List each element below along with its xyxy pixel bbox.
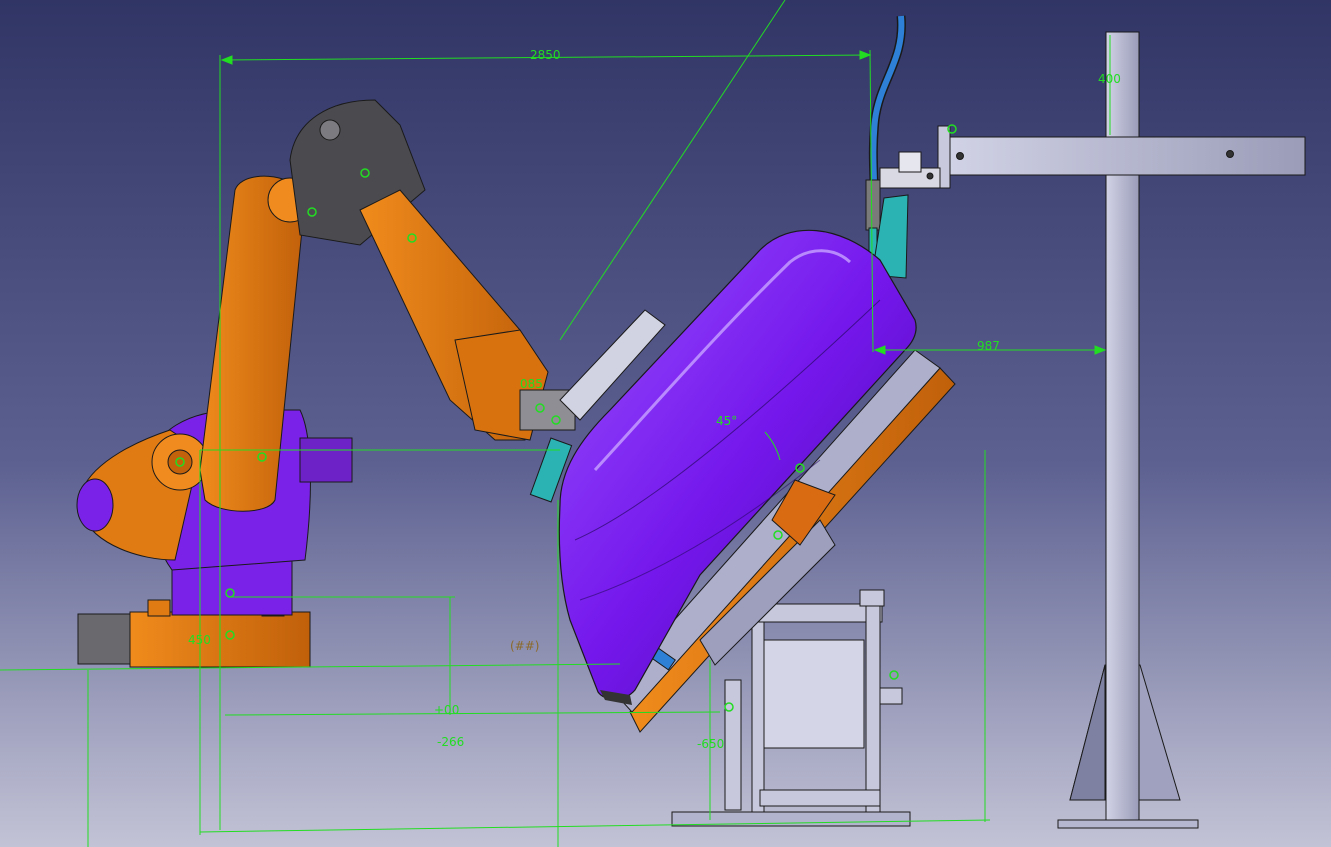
dim-650[interactable]: -650 — [697, 737, 724, 751]
post-base-plate — [1057, 819, 1199, 829]
stand-bottom-rail — [759, 789, 881, 807]
dim-450[interactable]: 450 — [188, 633, 211, 647]
stand-leg-left — [751, 621, 765, 813]
dim-400[interactable]: 400 — [1098, 72, 1121, 86]
cad-viewport[interactable]: 2850 400 987 45° 450 +00 -266 -650 085 (… — [0, 0, 1331, 847]
stand-leg-right — [865, 603, 881, 813]
stand-front-leg — [724, 679, 742, 811]
dim-266[interactable]: -266 — [437, 735, 464, 749]
gun-body — [865, 179, 881, 231]
dim-tcp[interactable]: 085 — [520, 377, 543, 391]
gun-clamp-bolt — [926, 172, 934, 180]
robot-motor-box — [77, 613, 134, 665]
dim-987[interactable]: 987 — [977, 339, 1000, 353]
gantry-arm — [941, 136, 1306, 176]
stand-latch — [879, 687, 903, 705]
stand-cap — [859, 589, 885, 607]
dim-offset[interactable]: +00 — [434, 703, 459, 717]
sketch-tag[interactable]: (##) — [510, 639, 539, 653]
robot-axis1-motor — [299, 437, 353, 483]
stand-panel — [763, 639, 865, 749]
robot-base-foot-left — [147, 599, 171, 617]
dim-2850[interactable]: 2850 — [530, 48, 561, 62]
robot-counterbalance-cap — [76, 478, 114, 532]
arm-bolt-right — [1226, 150, 1234, 158]
dim-45-degrees[interactable]: 45° — [716, 414, 737, 428]
arm-bolt-left — [956, 152, 964, 160]
gun-valve — [898, 151, 922, 173]
robot-shoulder-hub — [167, 449, 193, 475]
cad-canvas[interactable]: 2850 400 987 45° 450 +00 -266 -650 085 (… — [0, 0, 1331, 847]
robot-housing-cap — [319, 119, 341, 141]
